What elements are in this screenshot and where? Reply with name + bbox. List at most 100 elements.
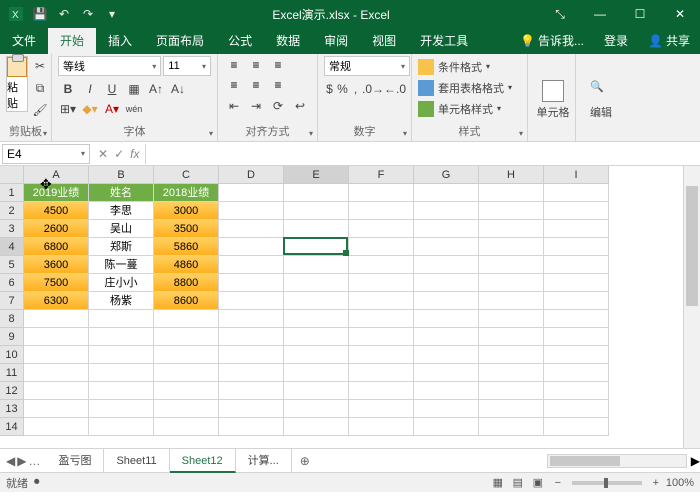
row-14[interactable]: 14 bbox=[0, 418, 24, 436]
cell[interactable] bbox=[284, 238, 349, 256]
maximize-button[interactable]: ☐ bbox=[620, 0, 660, 28]
cell[interactable] bbox=[479, 202, 544, 220]
cell[interactable] bbox=[24, 418, 89, 436]
dec-decimal-icon[interactable]: ←.0 bbox=[385, 79, 405, 99]
cell[interactable] bbox=[219, 400, 284, 418]
view-layout-icon[interactable]: ▤ bbox=[508, 476, 528, 489]
cell[interactable] bbox=[219, 220, 284, 238]
cell[interactable] bbox=[219, 364, 284, 382]
cell[interactable] bbox=[219, 310, 284, 328]
scroll-thumb[interactable] bbox=[686, 186, 698, 306]
tab-home[interactable]: 开始 bbox=[48, 28, 96, 54]
tab-data[interactable]: 数据 bbox=[264, 28, 312, 54]
cell[interactable] bbox=[544, 220, 609, 238]
row-12[interactable]: 12 bbox=[0, 382, 24, 400]
cell[interactable] bbox=[479, 292, 544, 310]
cond-format-button[interactable]: 条件格式▾ bbox=[418, 56, 521, 77]
row-10[interactable]: 10 bbox=[0, 346, 24, 364]
cell-A1[interactable]: 2019业绩 bbox=[24, 184, 89, 202]
hscroll-right-icon[interactable]: ▶ bbox=[691, 454, 700, 468]
cell[interactable] bbox=[219, 382, 284, 400]
cell-style-button[interactable]: 单元格样式▾ bbox=[418, 98, 521, 119]
cell[interactable] bbox=[479, 256, 544, 274]
enter-icon[interactable]: ✓ bbox=[114, 147, 124, 161]
indent-dec-icon[interactable]: ⇤ bbox=[224, 96, 244, 116]
cell[interactable] bbox=[544, 202, 609, 220]
cell[interactable] bbox=[544, 364, 609, 382]
cell-A2[interactable]: 4500 bbox=[24, 202, 89, 220]
tab-nav-next-icon[interactable]: ▶ bbox=[17, 454, 26, 468]
fx-icon[interactable]: fx bbox=[130, 147, 139, 161]
grow-font-icon[interactable]: A↑ bbox=[146, 79, 166, 99]
cell[interactable] bbox=[414, 274, 479, 292]
view-break-icon[interactable]: ▣ bbox=[528, 476, 548, 489]
cell-B2[interactable]: 李思 bbox=[89, 202, 154, 220]
row-4[interactable]: 4 bbox=[0, 238, 24, 256]
cell[interactable] bbox=[219, 346, 284, 364]
cell-C6[interactable]: 8800 bbox=[154, 274, 219, 292]
cell[interactable] bbox=[24, 364, 89, 382]
cell[interactable] bbox=[284, 328, 349, 346]
cell[interactable] bbox=[284, 400, 349, 418]
cell[interactable] bbox=[24, 382, 89, 400]
col-C[interactable]: C bbox=[154, 166, 219, 184]
align-mid-icon[interactable]: ≡ bbox=[246, 56, 266, 74]
percent-icon[interactable]: % bbox=[337, 79, 348, 99]
cells-button[interactable]: 单元格 bbox=[534, 72, 572, 128]
cancel-icon[interactable]: ✕ bbox=[98, 147, 108, 161]
cell-A5[interactable]: 3600 bbox=[24, 256, 89, 274]
tell-me[interactable]: 💡告诉我... bbox=[510, 28, 594, 54]
cell[interactable] bbox=[219, 418, 284, 436]
cell-A7[interactable]: 6300 bbox=[24, 292, 89, 310]
cell-B1[interactable]: 姓名 bbox=[89, 184, 154, 202]
tab-insert[interactable]: 插入 bbox=[96, 28, 144, 54]
redo-icon[interactable]: ↷ bbox=[78, 4, 98, 24]
cell[interactable] bbox=[89, 328, 154, 346]
col-F[interactable]: F bbox=[349, 166, 414, 184]
cell[interactable] bbox=[154, 310, 219, 328]
cell-A3[interactable]: 2600 bbox=[24, 220, 89, 238]
align-left-icon[interactable]: ≡ bbox=[224, 76, 244, 94]
cell[interactable] bbox=[479, 274, 544, 292]
cut-icon[interactable]: ✂ bbox=[30, 56, 50, 76]
cell[interactable] bbox=[349, 238, 414, 256]
cell[interactable] bbox=[479, 238, 544, 256]
cell[interactable] bbox=[284, 382, 349, 400]
cell[interactable] bbox=[414, 238, 479, 256]
cell-C1[interactable]: 2018业绩 bbox=[154, 184, 219, 202]
select-all-corner[interactable] bbox=[0, 166, 24, 184]
cell[interactable] bbox=[89, 310, 154, 328]
row-1[interactable]: 1 bbox=[0, 184, 24, 202]
cell[interactable] bbox=[544, 382, 609, 400]
cell[interactable] bbox=[219, 256, 284, 274]
align-center-icon[interactable]: ≡ bbox=[246, 76, 266, 94]
cell-B4[interactable]: 郑斯 bbox=[89, 238, 154, 256]
cell-B7[interactable]: 杨紫 bbox=[89, 292, 154, 310]
cell[interactable] bbox=[89, 400, 154, 418]
row-9[interactable]: 9 bbox=[0, 328, 24, 346]
cell[interactable] bbox=[544, 274, 609, 292]
table-format-button[interactable]: 套用表格格式▾ bbox=[418, 77, 521, 98]
cell-I1[interactable] bbox=[544, 184, 609, 202]
cell-C7[interactable]: 8600 bbox=[154, 292, 219, 310]
cell[interactable] bbox=[479, 418, 544, 436]
cell[interactable] bbox=[154, 418, 219, 436]
font-color-button[interactable]: A▾ bbox=[102, 99, 122, 119]
tab-layout[interactable]: 页面布局 bbox=[144, 28, 216, 54]
tab-nav-prev-icon[interactable]: ◀ bbox=[6, 454, 15, 468]
cell[interactable] bbox=[479, 220, 544, 238]
minimize-button[interactable]: — bbox=[580, 0, 620, 28]
cell[interactable] bbox=[544, 238, 609, 256]
cell[interactable] bbox=[414, 346, 479, 364]
cell[interactable] bbox=[219, 274, 284, 292]
cell[interactable] bbox=[349, 364, 414, 382]
cell[interactable] bbox=[154, 382, 219, 400]
cell[interactable] bbox=[414, 328, 479, 346]
border-dropdown[interactable]: ⊞▾ bbox=[58, 99, 78, 119]
col-H[interactable]: H bbox=[479, 166, 544, 184]
cell[interactable] bbox=[479, 382, 544, 400]
font-name-combo[interactable]: 等线▾ bbox=[58, 56, 161, 76]
cell[interactable] bbox=[89, 364, 154, 382]
cell-B5[interactable]: 陈一蔓 bbox=[89, 256, 154, 274]
cell[interactable] bbox=[284, 202, 349, 220]
